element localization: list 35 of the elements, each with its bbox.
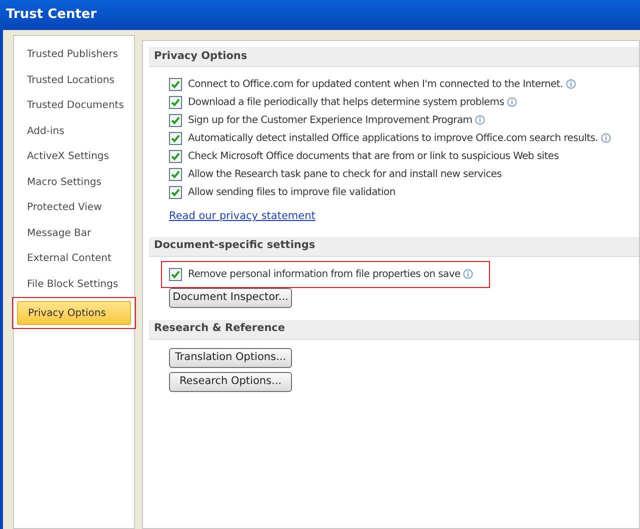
section-header: Privacy Options [149, 47, 639, 67]
checkbox-label: Connect to Office.com for updated content when I'm connected to the Internet. [188, 78, 563, 92]
sidebar-item[interactable]: Add-ins [16, 118, 132, 144]
checkbox[interactable] [169, 114, 182, 126]
dialog-button[interactable]: Translation Options... [169, 348, 292, 368]
checkbox-label: Download a file periodically that helps determine system problems [188, 96, 504, 110]
sidebar-item[interactable]: Message Bar [16, 220, 132, 246]
dialog-button[interactable]: Research Options... [169, 372, 292, 392]
checkbox-label: Automatically detect installed Office applications to improve Office.com search results. [188, 132, 598, 146]
checkbox-label: Sign up for the Customer Experience Improvement Program [188, 114, 472, 128]
checkbox[interactable] [169, 96, 182, 108]
checkbox[interactable] [169, 132, 182, 144]
sidebar-item[interactable]: Privacy Options [17, 301, 131, 325]
checkbox[interactable] [169, 168, 182, 180]
section-header: Document-specific settings [149, 236, 639, 257]
checkbox-label: Allow the Research task pane to check for and install new services [188, 168, 502, 182]
privacy-link[interactable]: Read our privacy statement [169, 209, 316, 225]
sidebar-item[interactable]: Trusted Locations [16, 68, 132, 93]
sidebar-item[interactable]: External Content [16, 246, 132, 272]
sidebar-item[interactable]: Protected View [16, 195, 132, 220]
checkbox-label: Check Microsoft Office documents that are from or link to suspicious Web sites [188, 150, 559, 164]
checkbox[interactable] [169, 150, 182, 162]
section-header: Research & Reference [149, 320, 639, 340]
dialog-button[interactable]: Document Inspector... [169, 288, 292, 308]
sidebar-item[interactable]: ActiveX Settings [16, 144, 132, 170]
checkbox[interactable] [169, 268, 182, 281]
sidebar-item[interactable]: File Block Settings [16, 272, 132, 297]
window-title: Trust Center [6, 6, 97, 24]
sidebar-item[interactable]: Trusted Publishers [16, 42, 132, 68]
checkbox-label: Allow sending files to improve file validation [188, 186, 396, 200]
sidebar-item[interactable]: Macro Settings [16, 170, 132, 195]
checkbox-label: Remove personal information from file properties on save [188, 268, 460, 282]
sidebar-item[interactable]: Trusted Documents [16, 93, 132, 118]
checkbox[interactable] [169, 78, 182, 90]
checkbox[interactable] [169, 186, 182, 198]
